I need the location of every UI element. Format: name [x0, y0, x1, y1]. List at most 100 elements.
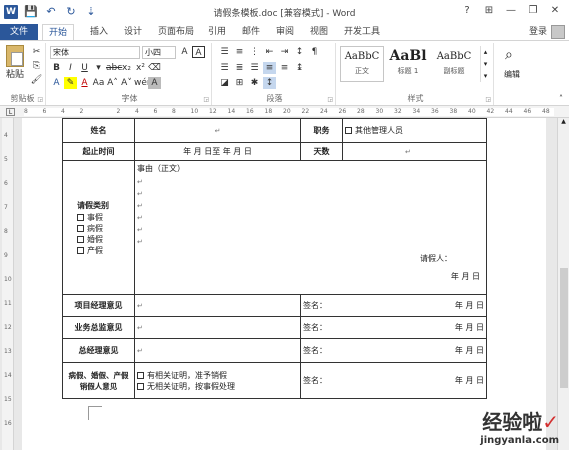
shrink-icon[interactable]: A˅ [120, 77, 133, 89]
paste-button[interactable]: 粘贴 [4, 45, 26, 80]
numbering-icon[interactable]: ≡ [233, 46, 246, 58]
font-color-icon[interactable]: A [78, 77, 91, 89]
show-marks-icon[interactable]: ¶ [308, 46, 321, 58]
period-value[interactable]: 年 月 日至 年 月 日 [134, 142, 301, 161]
biz-director-sign-cell[interactable]: 签名： 年 月 日 [300, 316, 487, 339]
tab-layout[interactable]: 页面布局 [158, 24, 194, 40]
clear-format-icon[interactable]: ⌫ [148, 62, 161, 74]
checkbox[interactable] [77, 235, 84, 243]
align-right-icon[interactable]: ☰ [248, 62, 261, 74]
tab-file[interactable]: 文件 [0, 24, 38, 40]
position-value[interactable]: 其他管理人员 [342, 118, 487, 143]
vertical-scrollbar[interactable]: ▲ [557, 118, 569, 450]
highlight-icon[interactable]: ✎ [64, 77, 77, 89]
style-normal[interactable]: AaBbC 正文 [340, 46, 384, 82]
scroll-thumb[interactable] [560, 268, 568, 388]
multilevel-icon[interactable]: ⋮ [248, 46, 261, 58]
subscript-icon[interactable]: x₂ [120, 62, 133, 74]
shading-icon[interactable]: ◪ [218, 77, 231, 89]
align-left-icon[interactable]: ☰ [218, 62, 231, 74]
leave-type-option[interactable]: 事假 [77, 212, 132, 223]
text-direction-icon[interactable]: ↕ [263, 77, 276, 89]
close-button[interactable]: ✕ [545, 3, 565, 19]
change-case-icon[interactable]: Aa [92, 77, 105, 89]
tab-selector-icon[interactable]: L [6, 108, 15, 116]
help-button[interactable]: ? [457, 3, 477, 19]
tab-home[interactable]: 开始 [42, 24, 75, 40]
reason-cell[interactable]: 事由（正文） ↵ ↵ ↵ ↵ ↵ ↵ 请假人： 年 月 日 [134, 160, 487, 295]
phonetic-icon[interactable]: wén [134, 77, 153, 89]
sick-leave-option[interactable]: 有相关证明，准予销假 [137, 370, 298, 381]
distributed-icon[interactable]: ≡ [278, 62, 291, 74]
tab-design[interactable]: 设计 [124, 24, 142, 40]
paragraph-launcher-icon[interactable]: ◲ [327, 96, 333, 103]
grow-icon[interactable]: A˄ [106, 77, 119, 89]
italic-icon[interactable]: I [64, 62, 77, 74]
editing-group[interactable]: ⌕ 编辑 [496, 43, 528, 105]
scroll-up-icon[interactable]: ▲ [558, 118, 569, 125]
font-launcher-icon[interactable]: ◲ [203, 96, 209, 103]
sick-leave-option[interactable]: 无相关证明，按事假处理 [137, 381, 298, 392]
style-subtitle[interactable]: AaBbC 副标题 [432, 46, 476, 82]
name-value[interactable]: ↵ [134, 118, 301, 143]
tab-view[interactable]: 视图 [310, 24, 328, 40]
dropdown-icon[interactable]: ▾ [92, 62, 105, 74]
bold-icon[interactable]: B [50, 62, 63, 74]
borders-icon[interactable]: ⊞ [233, 77, 246, 89]
sort-icon[interactable]: ↕ [293, 46, 306, 58]
checkbox[interactable] [77, 246, 84, 254]
pm-sign-cell[interactable]: 签名： 年 月 日 [300, 294, 487, 317]
horizontal-ruler[interactable]: L 8 6 4 2 2 4 6 8 10 12 14 16 18 20 22 24 26 28 30 32 34 36 38… [0, 106, 569, 118]
login-link[interactable]: 登录 [529, 24, 547, 40]
tab-developer[interactable]: 开发工具 [344, 24, 380, 40]
tab-insert[interactable]: 插入 [90, 24, 108, 40]
gm-opinion-value[interactable]: ↵ [134, 338, 301, 363]
justify-icon[interactable]: ≡ [263, 62, 276, 74]
text-effects-icon[interactable]: A [50, 77, 63, 89]
cut-icon[interactable]: ✂ [30, 46, 43, 58]
superscript-icon[interactable]: x² [134, 62, 147, 74]
gm-sign-cell[interactable]: 签名： 年 月 日 [300, 338, 487, 363]
bullets-icon[interactable]: ☰ [218, 46, 231, 58]
document-page[interactable]: 姓名 ↵ 职务 其他管理人员 起止时间 年 月 日至 年 月 日 天数 ↵ 请假… [22, 118, 546, 450]
tab-review[interactable]: 审阅 [276, 24, 294, 40]
restore-button[interactable]: ❐ [523, 3, 543, 19]
char-shading-icon[interactable]: A [148, 77, 161, 89]
format-painter-icon[interactable]: 🖌 [30, 74, 43, 86]
clipboard-launcher-icon[interactable]: ◲ [37, 96, 43, 103]
biz-director-value[interactable]: ↵ [134, 316, 301, 339]
checkbox[interactable] [137, 382, 144, 390]
collapse-ribbon-icon[interactable]: ˄ [559, 94, 563, 103]
tab-references[interactable]: 引用 [208, 24, 226, 40]
checkbox[interactable] [137, 371, 144, 379]
checkbox[interactable] [345, 127, 352, 134]
line-spacing-icon[interactable]: ↨ [293, 62, 306, 74]
days-value[interactable]: ↵ [342, 142, 487, 161]
strikethrough-icon[interactable]: abc [106, 62, 122, 74]
avatar[interactable] [551, 25, 565, 39]
sick-leave-options[interactable]: 有相关证明，准予销假 无相关证明，按事假处理 [134, 362, 301, 399]
checkbox[interactable] [77, 224, 84, 232]
checkbox[interactable] [77, 213, 84, 221]
align-center-icon[interactable]: ≣ [233, 62, 246, 74]
char-border-icon[interactable]: A [192, 46, 205, 58]
copy-icon[interactable]: ⎘ [30, 60, 43, 72]
font-name-select[interactable]: 宋体 [50, 46, 140, 59]
styles-scroll[interactable]: ▴ ▾ ▾ [480, 46, 490, 82]
leave-type-option[interactable]: 病假 [77, 223, 132, 234]
minimize-button[interactable]: — [501, 3, 521, 19]
sick-leave-sign-cell[interactable]: 签名： 年 月 日 [300, 362, 487, 399]
tab-mailings[interactable]: 邮件 [242, 24, 260, 40]
grow-font-icon[interactable]: A [178, 46, 191, 58]
style-heading-1[interactable]: AaBl 标题 1 [386, 46, 430, 82]
leave-type-option[interactable]: 产假 [77, 245, 132, 256]
increase-indent-icon[interactable]: ⇥ [278, 46, 291, 58]
leave-type-option[interactable]: 婚假 [77, 234, 132, 245]
ribbon-display-button[interactable]: ⊞ [479, 3, 499, 19]
decrease-indent-icon[interactable]: ⇤ [263, 46, 276, 58]
asian-layout-icon[interactable]: ✱ [248, 77, 261, 89]
vertical-ruler[interactable]: 4 5 6 7 8 9 10 11 12 13 14 15 16 [2, 118, 14, 450]
font-size-select[interactable]: 小四 [142, 46, 176, 59]
pm-opinion-value[interactable]: ↵ [134, 294, 301, 317]
underline-icon[interactable]: U [78, 62, 91, 74]
